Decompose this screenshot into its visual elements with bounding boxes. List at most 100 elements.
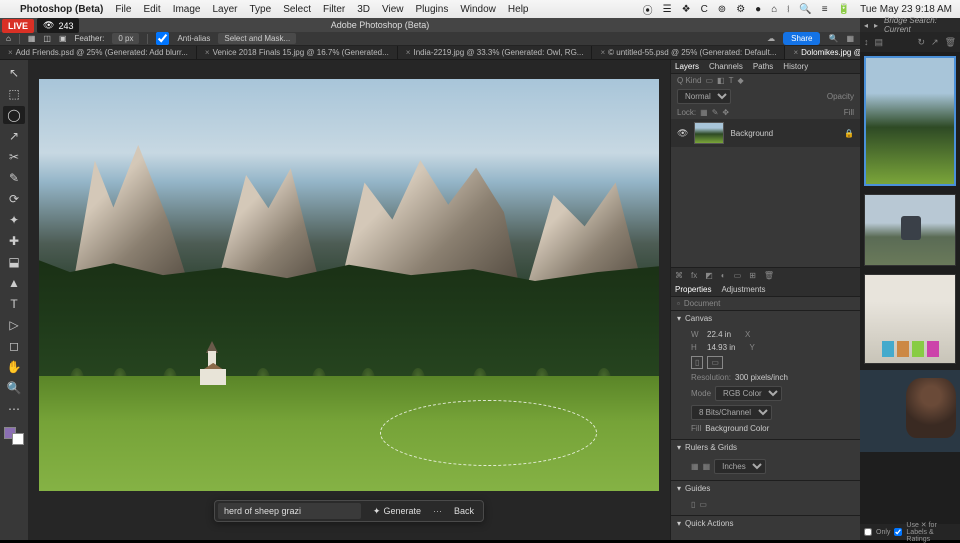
status-icon[interactable]: ☰ bbox=[663, 4, 672, 15]
canvas[interactable] bbox=[39, 79, 659, 491]
battery-icon[interactable]: 🔋 bbox=[838, 4, 850, 15]
feather-value[interactable]: 0 px bbox=[112, 33, 139, 44]
layer-row[interactable]: 👁 Background 🔒 bbox=[671, 119, 860, 147]
nav-back-icon[interactable]: ◂ bbox=[864, 21, 868, 30]
height-value[interactable]: 14.93 in bbox=[707, 343, 735, 352]
home-icon[interactable]: ⌂ bbox=[6, 34, 11, 43]
status-icon[interactable]: ❖ bbox=[682, 4, 691, 15]
lasso-selection[interactable] bbox=[380, 400, 597, 466]
open-icon[interactable]: ↗ bbox=[931, 37, 939, 48]
select-and-mask-button[interactable]: Select and Mask... bbox=[218, 33, 296, 44]
eyedropper-tool[interactable]: ✎ bbox=[3, 169, 25, 187]
filter-icon[interactable]: ◧ bbox=[717, 76, 725, 85]
filter-icon[interactable]: ▤ bbox=[875, 37, 884, 48]
wifi-icon[interactable]: ⧙ bbox=[787, 4, 789, 15]
adjust-icon[interactable]: ◐ bbox=[721, 271, 726, 280]
trash-icon[interactable]: 🗑 bbox=[945, 37, 956, 48]
menu-window[interactable]: Window bbox=[460, 4, 496, 15]
lock-icon[interactable]: 🔒 bbox=[844, 129, 854, 138]
clock[interactable]: Tue May 23 9:18 AM bbox=[860, 4, 952, 15]
menu-help[interactable]: Help bbox=[508, 4, 529, 15]
brush-tool[interactable]: ✦ bbox=[3, 211, 25, 229]
sort-icon[interactable]: ↕ bbox=[864, 37, 869, 47]
status-icon[interactable]: ⌂ bbox=[771, 4, 777, 15]
document-tab[interactable]: ×© untitled-55.psd @ 25% (Generated: Def… bbox=[592, 46, 785, 59]
lock-icon[interactable]: ✎ bbox=[712, 108, 719, 117]
canvas-area[interactable]: ✦Generate ⋯ Back bbox=[28, 60, 670, 540]
blend-mode-select[interactable]: Normal bbox=[677, 89, 731, 104]
fx-icon[interactable]: fx bbox=[691, 271, 697, 280]
bridge-thumbnail[interactable] bbox=[864, 274, 956, 364]
labels-checkbox[interactable] bbox=[894, 528, 902, 536]
guide-icon[interactable]: ▯ bbox=[691, 500, 695, 509]
tab-properties[interactable]: Properties bbox=[675, 285, 711, 294]
bit-depth-select[interactable]: 8 Bits/Channel bbox=[691, 405, 772, 420]
heal-tool[interactable]: ⟳ bbox=[3, 190, 25, 208]
tab-adjustments[interactable]: Adjustments bbox=[721, 285, 765, 294]
close-icon[interactable]: × bbox=[406, 48, 411, 57]
status-icon[interactable]: C bbox=[701, 4, 708, 15]
shape-tool[interactable]: ◻ bbox=[3, 337, 25, 355]
back-button[interactable]: Back bbox=[448, 504, 480, 518]
grid-icon[interactable]: ▦ bbox=[703, 462, 711, 471]
more-icon[interactable]: ⋯ bbox=[433, 506, 442, 517]
document-tab[interactable]: ×India-2219.jpg @ 33.3% (Generated: Owl,… bbox=[398, 46, 593, 59]
group-icon[interactable]: ▭ bbox=[734, 271, 742, 280]
hand-tool[interactable]: ✋ bbox=[3, 358, 25, 376]
gradient-tool[interactable]: ⬓ bbox=[3, 253, 25, 271]
units-select[interactable]: Inches bbox=[714, 459, 766, 474]
path-tool[interactable]: ▷ bbox=[3, 316, 25, 334]
new-icon[interactable]: ⊞ bbox=[749, 271, 756, 280]
pen-tool[interactable]: ▲ bbox=[3, 274, 25, 292]
status-icon[interactable]: ⚙ bbox=[736, 4, 745, 15]
prompt-input[interactable] bbox=[218, 503, 361, 519]
menu-filter[interactable]: Filter bbox=[323, 4, 345, 15]
menu-layer[interactable]: Layer bbox=[212, 4, 237, 15]
visibility-icon[interactable]: 👁 bbox=[677, 128, 688, 139]
selection-mode-icon[interactable]: ▣ bbox=[59, 34, 67, 43]
close-icon[interactable]: × bbox=[600, 48, 605, 57]
wand-tool[interactable]: ↗ bbox=[3, 127, 25, 145]
orientation-icon[interactable]: ▯ bbox=[691, 356, 703, 369]
tab-channels[interactable]: Channels bbox=[709, 62, 743, 71]
selection-mode-icon[interactable]: ◫ bbox=[43, 34, 51, 43]
menu-view[interactable]: View bbox=[382, 4, 404, 15]
filter-icon[interactable]: T bbox=[729, 76, 734, 85]
document-tab[interactable]: ×Venice 2018 Finals 15.jpg @ 16.7% (Gene… bbox=[197, 46, 398, 59]
filter-icon[interactable]: ▭ bbox=[705, 76, 713, 85]
bridge-thumbnail[interactable] bbox=[864, 194, 956, 266]
menu-type[interactable]: Type bbox=[250, 4, 272, 15]
layer-thumbnail[interactable] bbox=[694, 122, 724, 144]
nav-fwd-icon[interactable]: ▸ bbox=[874, 21, 878, 30]
tab-paths[interactable]: Paths bbox=[753, 62, 773, 71]
menu-file[interactable]: File bbox=[115, 4, 131, 15]
chevron-down-icon[interactable]: ▾ bbox=[677, 443, 681, 452]
share-button[interactable]: Share bbox=[783, 32, 820, 45]
lock-icon[interactable]: ✥ bbox=[722, 108, 729, 117]
cloud-icon[interactable]: ☁ bbox=[767, 34, 775, 43]
lasso-tool[interactable]: ◯ bbox=[3, 106, 25, 124]
lock-icon[interactable]: ▦ bbox=[700, 108, 708, 117]
status-icon[interactable]: ⊚ bbox=[718, 4, 726, 15]
color-mode-select[interactable]: RGB Color bbox=[715, 386, 782, 401]
close-icon[interactable]: × bbox=[205, 48, 210, 57]
status-icon[interactable]: ● bbox=[755, 4, 761, 15]
document-tab[interactable]: ×Add Friends.psd @ 25% (Generated: Add b… bbox=[0, 46, 197, 59]
only-checkbox[interactable] bbox=[864, 528, 872, 536]
guide-icon[interactable]: ▭ bbox=[699, 500, 707, 509]
crop-tool[interactable]: ✂ bbox=[3, 148, 25, 166]
workspace-icon[interactable]: ▦ bbox=[846, 34, 854, 43]
menu-3d[interactable]: 3D bbox=[357, 4, 370, 15]
resolution-value[interactable]: 300 pixels/inch bbox=[735, 373, 788, 382]
zoom-tool[interactable]: 🔍 bbox=[3, 379, 25, 397]
more-tools[interactable]: ⋯ bbox=[3, 400, 25, 418]
close-icon[interactable]: × bbox=[793, 48, 798, 57]
width-value[interactable]: 22.4 in bbox=[707, 330, 731, 339]
chevron-down-icon[interactable]: ▾ bbox=[677, 314, 681, 323]
filter-icon[interactable]: ◆ bbox=[737, 76, 743, 85]
tool-preset-icon[interactable]: ▦ bbox=[28, 34, 36, 43]
tab-history[interactable]: History bbox=[783, 62, 808, 71]
status-icon[interactable]: ⦿ bbox=[643, 2, 653, 17]
chevron-down-icon[interactable]: ▾ bbox=[677, 519, 681, 528]
marquee-tool[interactable]: ⬚ bbox=[3, 85, 25, 103]
